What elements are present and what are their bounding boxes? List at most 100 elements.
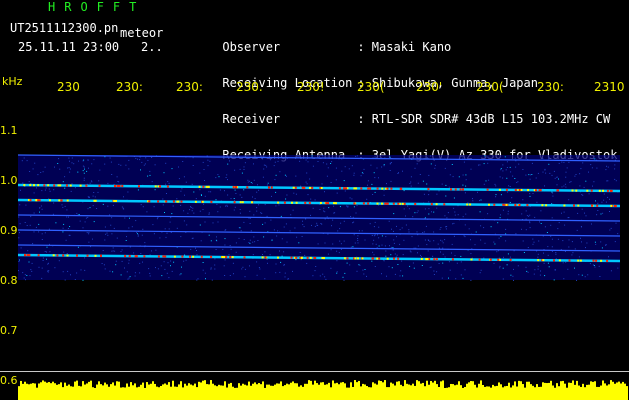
noise-speckle — [585, 180, 587, 182]
noise-speckle — [544, 275, 546, 277]
noise-speckle — [551, 191, 553, 193]
noise-speckle — [548, 156, 550, 158]
bottom-noise-bar — [142, 382, 144, 400]
bottom-noise-bar — [410, 385, 412, 400]
noise-speckle — [269, 159, 271, 161]
bottom-noise-bar — [550, 380, 552, 400]
noise-speckle — [378, 226, 380, 228]
bottom-noise-bar — [530, 384, 532, 400]
noise-speckle — [464, 269, 466, 271]
noise-speckle — [364, 239, 366, 241]
noise-speckle — [176, 198, 178, 200]
carrier-hotspot — [60, 199, 63, 202]
noise-speckle — [551, 238, 553, 240]
carrier-hotspot — [577, 259, 580, 262]
noise-speckle — [326, 175, 328, 177]
noise-speckle — [197, 278, 199, 280]
noise-speckle — [609, 211, 610, 212]
noise-speckle — [35, 187, 37, 189]
noise-speckle — [269, 254, 271, 256]
noise-speckle — [478, 164, 479, 166]
noise-speckle — [408, 208, 410, 210]
carrier-hotspot — [602, 189, 604, 192]
noise-speckle — [258, 189, 260, 191]
noise-speckle — [462, 174, 464, 176]
noise-speckle — [371, 183, 373, 185]
noise-speckle — [373, 172, 375, 174]
noise-speckle — [235, 251, 237, 253]
noise-speckle — [283, 226, 285, 228]
carrier-hotspot — [355, 187, 358, 190]
noise-speckle — [92, 238, 93, 240]
carrier-hotspot — [201, 200, 204, 203]
carrier-hotspot — [200, 255, 203, 258]
noise-speckle — [531, 174, 533, 175]
noise-speckle — [419, 174, 421, 175]
noise-speckle — [169, 221, 171, 223]
carrier-hotspot — [610, 204, 613, 207]
noise-speckle — [207, 165, 209, 167]
noise-speckle — [151, 157, 153, 158]
noise-speckle — [525, 174, 527, 176]
bottom-noise-bar — [276, 383, 278, 400]
noise-speckle — [59, 168, 61, 170]
noise-speckle — [39, 207, 41, 209]
noise-speckle — [584, 212, 585, 214]
noise-speckle — [504, 156, 506, 158]
noise-speckle — [581, 208, 583, 210]
bottom-noise-bar — [350, 382, 352, 400]
bottom-noise-bar — [62, 387, 64, 400]
noise-speckle — [171, 270, 173, 272]
noise-speckle — [356, 205, 358, 207]
carrier-hotspot — [518, 189, 521, 191]
carrier-hotspot — [367, 187, 370, 190]
noise-speckle — [77, 246, 79, 248]
x-tick-label: 230( — [357, 80, 385, 94]
bottom-noise-bar — [138, 386, 140, 400]
noise-speckle — [411, 236, 413, 238]
bottom-noise-bar — [270, 385, 272, 400]
bottom-noise-bar — [514, 381, 516, 400]
noise-speckle — [159, 237, 161, 239]
noise-speckle — [287, 278, 289, 280]
bottom-noise-bar — [346, 387, 348, 400]
noise-speckle — [210, 240, 212, 242]
bottom-noise-bar — [482, 384, 484, 400]
noise-speckle — [141, 161, 143, 163]
noise-speckle — [264, 204, 266, 206]
noise-speckle — [143, 164, 145, 166]
noise-speckle — [529, 195, 531, 197]
bottom-noise-bar — [370, 387, 372, 400]
noise-speckle — [454, 214, 456, 216]
noise-speckle — [63, 223, 65, 225]
noise-speckle — [181, 266, 182, 268]
noise-speckle — [54, 267, 56, 269]
noise-speckle — [179, 274, 181, 276]
noise-speckle — [234, 169, 236, 171]
carrier-hotspot — [29, 184, 32, 187]
noise-speckle — [579, 173, 581, 175]
noise-speckle — [267, 182, 269, 184]
noise-speckle — [67, 270, 69, 272]
bottom-noise-bar — [456, 384, 458, 400]
noise-speckle — [258, 267, 260, 268]
noise-speckle — [280, 215, 282, 217]
noise-speckle — [283, 264, 285, 266]
noise-speckle — [509, 186, 511, 187]
carrier-hotspot — [116, 185, 119, 187]
bottom-noise-bar — [32, 383, 34, 400]
noise-speckle — [147, 175, 149, 177]
noise-speckle — [424, 217, 426, 219]
noise-speckle — [124, 217, 126, 219]
noise-speckle — [69, 160, 70, 162]
carrier-hotspot — [35, 199, 38, 202]
bottom-noise-bar — [502, 387, 504, 400]
noise-speckle — [396, 225, 397, 227]
noise-speckle — [408, 231, 410, 233]
noise-speckle — [309, 178, 311, 180]
noise-speckle — [425, 225, 427, 227]
noise-speckle — [317, 243, 319, 245]
noise-speckle — [38, 266, 40, 268]
noise-speckle — [62, 227, 64, 229]
noise-speckle — [389, 162, 391, 164]
